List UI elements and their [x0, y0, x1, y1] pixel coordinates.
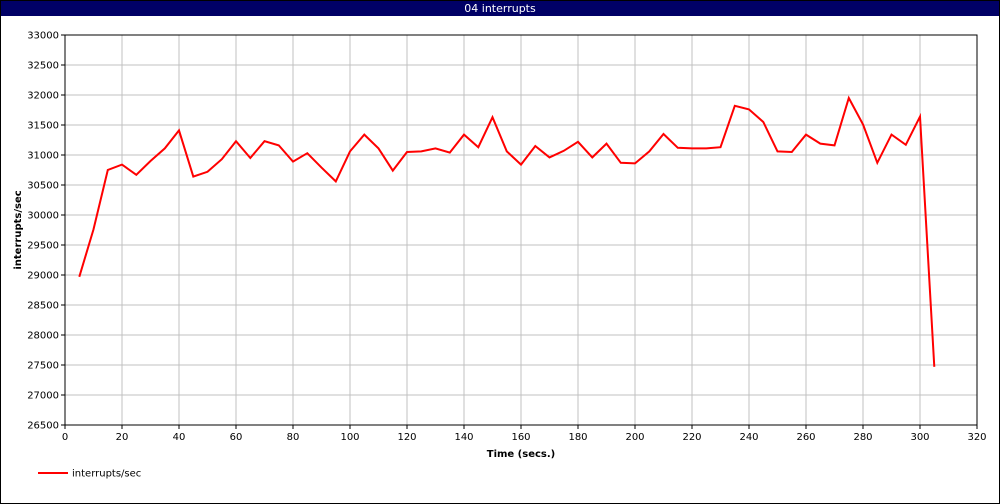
x-tick-label: 300: [910, 432, 929, 443]
y-tick-label: 27500: [27, 361, 59, 372]
x-tick-label: 100: [340, 432, 359, 443]
y-tick-label: 27000: [27, 391, 59, 402]
y-tick-label: 30000: [27, 211, 59, 222]
x-tick-label: 200: [625, 432, 644, 443]
x-tick-label: 280: [853, 432, 872, 443]
y-tick-label: 31000: [27, 151, 59, 162]
x-tick-label: 140: [454, 432, 473, 443]
x-axis-title: Time (secs.): [487, 449, 556, 460]
legend-label: interrupts/sec: [72, 469, 141, 480]
x-tick-label: 40: [173, 432, 186, 443]
x-tick-label: 220: [682, 432, 701, 443]
y-tick-label: 30500: [27, 181, 59, 192]
x-tick-label: 180: [568, 432, 587, 443]
y-tick-label: 32500: [27, 61, 59, 72]
x-tick-label: 320: [967, 432, 986, 443]
y-tick-label: 32000: [27, 91, 59, 102]
y-tick-label: 33000: [27, 31, 59, 42]
y-axis-title: interrupts/sec: [13, 190, 24, 269]
x-tick-label: 120: [397, 432, 416, 443]
x-tick-label: 60: [230, 432, 243, 443]
chart-canvas: 0 20 40 60 80 100 120 140 160 180 200 220 240 260 280 3…: [13, 31, 987, 480]
x-tick-label: 0: [62, 432, 68, 443]
y-tick-label: 29500: [27, 241, 59, 252]
y-tick-label: 28000: [27, 331, 59, 342]
y-tick-label: 31500: [27, 121, 59, 132]
x-tick-label: 20: [116, 432, 129, 443]
y-tick-label: 28500: [27, 301, 59, 312]
x-tick-label: 80: [287, 432, 300, 443]
y-tick-label: 26500: [27, 421, 59, 432]
y-tick-label: 29000: [27, 271, 59, 282]
legend: interrupts/sec: [38, 469, 141, 480]
x-tick-label: 240: [739, 432, 758, 443]
x-tick-label: 260: [796, 432, 815, 443]
x-tick-label: 160: [511, 432, 530, 443]
